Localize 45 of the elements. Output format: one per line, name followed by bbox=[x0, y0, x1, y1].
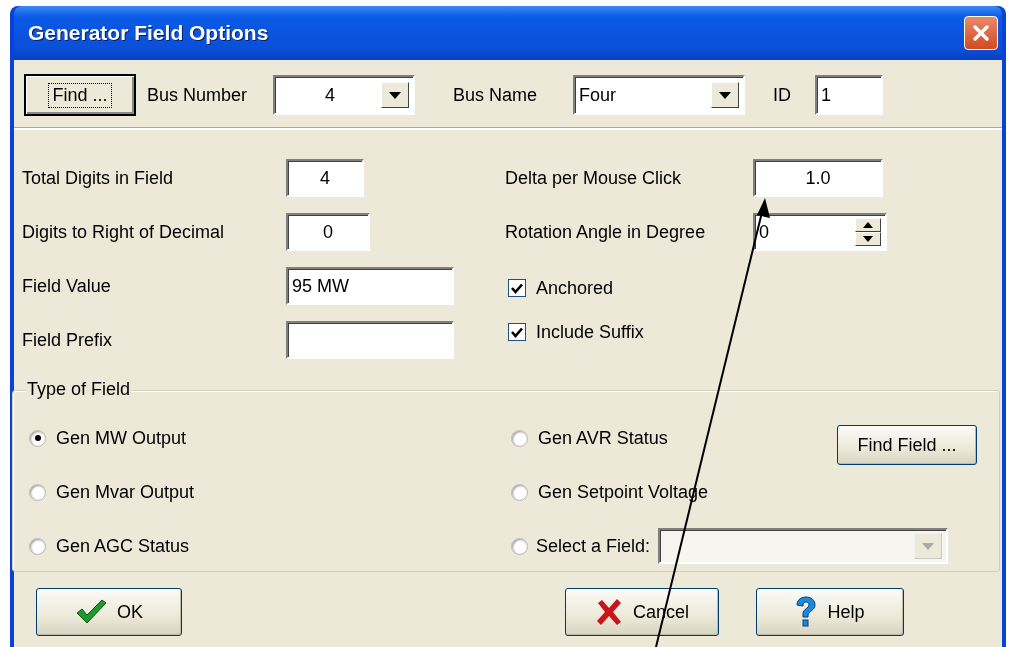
radio-button[interactable] bbox=[511, 483, 528, 501]
field-label: Rotation Angle in Degree bbox=[505, 221, 707, 243]
field-label: Field Prefix bbox=[22, 329, 114, 351]
radio-label: Gen AGC Status bbox=[56, 535, 190, 557]
radio-label: Gen MW Output bbox=[56, 427, 187, 449]
input-field[interactable]: 1.0 bbox=[753, 159, 883, 197]
window-title: Generator Field Options bbox=[28, 21, 269, 45]
id-field[interactable]: 1 bbox=[815, 75, 884, 115]
close-icon[interactable] bbox=[964, 16, 998, 50]
dialog-button[interactable]: Help bbox=[756, 588, 904, 636]
field-label: Digits to Right of Decimal bbox=[22, 221, 226, 243]
find-field-button[interactable]: Find Field ... bbox=[837, 425, 977, 465]
spin-down-icon[interactable] bbox=[855, 232, 881, 246]
radio-button[interactable] bbox=[29, 537, 46, 555]
radio-button[interactable] bbox=[29, 483, 46, 501]
radio-button[interactable] bbox=[29, 429, 46, 447]
bus-number-label: Bus Number bbox=[147, 84, 248, 106]
group-title: Type of Field bbox=[25, 379, 133, 400]
find-button[interactable]: Find ... bbox=[24, 74, 136, 116]
bus-name-dropdown[interactable]: Four bbox=[573, 75, 746, 115]
bus-name-label: Bus Name bbox=[453, 84, 538, 106]
input-field[interactable]: 95 MW bbox=[286, 267, 454, 305]
spinner-field[interactable]: 0 bbox=[753, 213, 887, 251]
bus-number-dropdown[interactable]: 4 bbox=[273, 75, 416, 115]
spin-up-icon[interactable] bbox=[855, 218, 881, 232]
help-icon bbox=[795, 596, 818, 628]
radio-label: Select a Field: bbox=[536, 535, 651, 557]
checkbox[interactable] bbox=[508, 323, 526, 341]
radio-button[interactable] bbox=[511, 537, 528, 555]
input-field[interactable]: 4 bbox=[286, 159, 364, 197]
id-label: ID bbox=[773, 84, 792, 106]
checkbox[interactable] bbox=[508, 279, 526, 297]
field-label: Total Digits in Field bbox=[22, 167, 175, 189]
radio-label: Gen AVR Status bbox=[538, 427, 668, 449]
ok-check-icon bbox=[75, 599, 107, 625]
cancel-x-icon bbox=[595, 598, 623, 626]
field-label: Delta per Mouse Click bbox=[505, 167, 683, 189]
field-label: Field Value bbox=[22, 275, 112, 297]
dialog-button[interactable]: OK bbox=[36, 588, 182, 636]
radio-button[interactable] bbox=[511, 429, 528, 447]
input-field[interactable]: 0 bbox=[286, 213, 370, 251]
radio-label: Gen Mvar Output bbox=[56, 481, 195, 503]
checkbox-label: Anchored bbox=[536, 277, 614, 299]
input-field[interactable] bbox=[286, 321, 454, 359]
checkbox-label: Include Suffix bbox=[536, 321, 644, 343]
